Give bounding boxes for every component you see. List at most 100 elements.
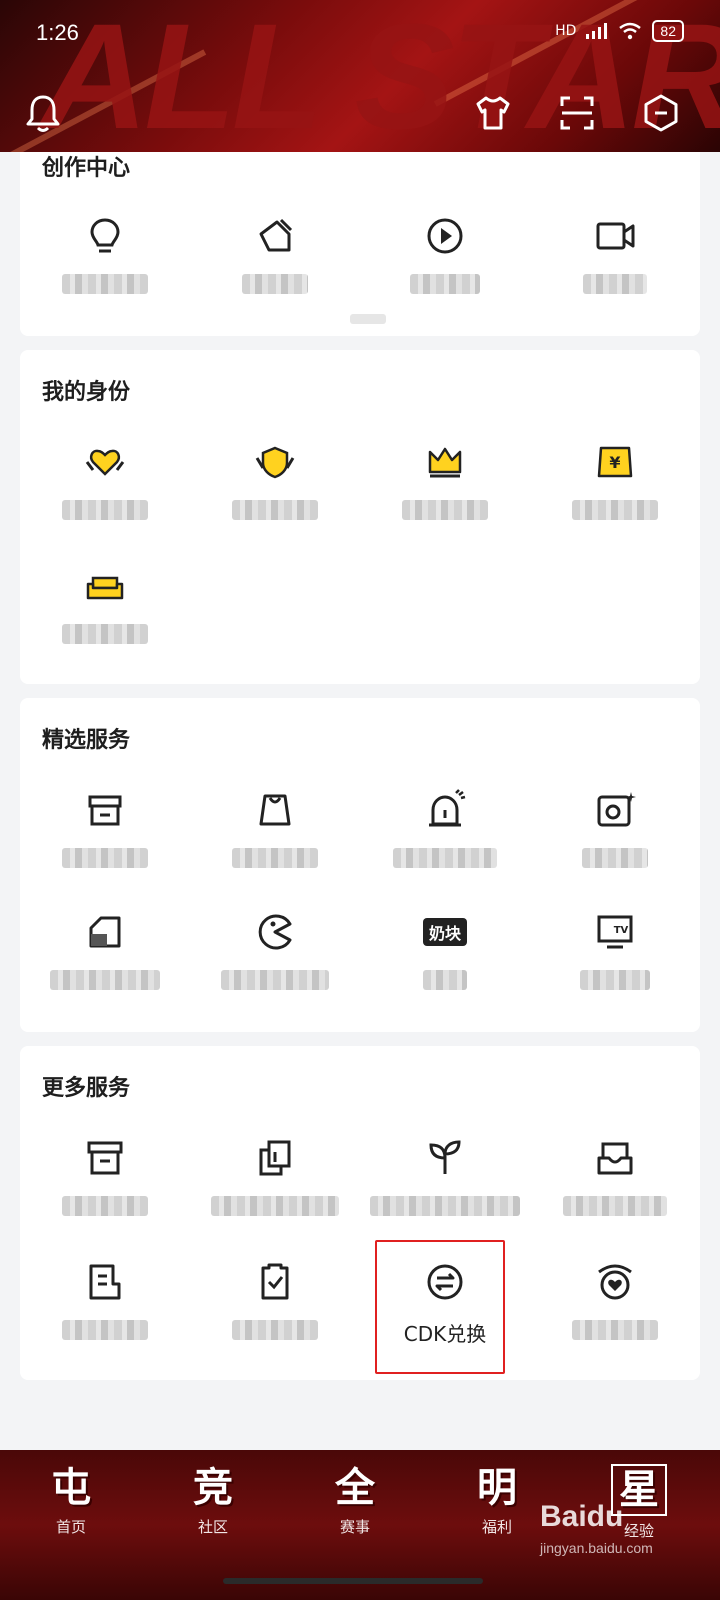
video-camera-icon — [596, 222, 635, 250]
item-label-blurred — [62, 624, 148, 644]
creation-center-card: 创作中心 — [20, 152, 700, 336]
cdk-highlight-annotation — [375, 1240, 505, 1374]
shield-hands-icon — [255, 446, 295, 479]
identity-item[interactable] — [20, 440, 190, 520]
nav-events[interactable]: 全 赛事 — [300, 1464, 410, 1537]
store-icon — [88, 795, 122, 826]
featured-services-card: 精选服务 奶块 TV — [20, 698, 700, 1032]
identity-item[interactable] — [360, 440, 530, 520]
svg-text:TV: TV — [614, 925, 629, 936]
service-item[interactable] — [360, 788, 530, 868]
naikuai-logo-icon: 奶块 — [419, 910, 471, 954]
service-item[interactable] — [20, 1136, 190, 1216]
service-item[interactable] — [20, 910, 190, 990]
creation-item[interactable] — [530, 214, 700, 294]
nav-home[interactable]: 屯 首页 — [16, 1464, 126, 1537]
page-indicator — [350, 314, 386, 324]
home-indicator[interactable] — [223, 1578, 483, 1584]
nav-community-glyph: 竞 — [193, 1465, 233, 1511]
item-label-blurred — [393, 848, 497, 868]
item-label-blurred — [62, 848, 148, 868]
status-time: 1:26 — [36, 20, 79, 45]
identity-item[interactable] — [190, 440, 360, 520]
signal-icon — [586, 23, 608, 39]
item-label-blurred — [221, 970, 329, 990]
copy-document-icon — [259, 1140, 291, 1176]
baidu-watermark: Baidu — [540, 1500, 624, 1533]
sprout-icon — [429, 1140, 461, 1174]
item-label-blurred — [62, 274, 148, 294]
settings-hexagon-icon[interactable] — [640, 92, 682, 134]
tv-icon: TV — [597, 915, 633, 949]
nav-welfare[interactable]: 明 福利 — [442, 1464, 552, 1537]
creation-item[interactable] — [20, 214, 190, 294]
naikuai-logo-text: 奶块 — [422, 918, 467, 946]
heart-hands-icon — [85, 449, 125, 476]
identity-item[interactable]: ¥ — [530, 440, 700, 520]
inbox-tray-icon — [597, 1142, 633, 1175]
scan-icon[interactable] — [556, 92, 598, 134]
heart-badge-icon — [598, 1264, 632, 1300]
service-item[interactable] — [190, 1260, 360, 1340]
identity-item[interactable] — [20, 564, 190, 644]
item-label-blurred — [563, 1196, 667, 1216]
creation-item[interactable] — [360, 214, 530, 294]
service-item[interactable] — [360, 1136, 530, 1216]
bag-tag-icon — [89, 916, 121, 948]
pacman-icon — [258, 914, 292, 950]
pen-nib-icon — [259, 218, 293, 252]
service-item[interactable] — [530, 1260, 700, 1340]
nav-community-label: 社区 — [197, 1518, 228, 1536]
item-label-blurred — [232, 848, 318, 868]
nav-welfare-glyph: 明 — [477, 1465, 517, 1511]
service-item[interactable] — [530, 1136, 700, 1216]
nav-events-label: 赛事 — [339, 1518, 370, 1536]
service-item[interactable] — [190, 788, 360, 868]
service-item[interactable] — [530, 788, 700, 868]
service-item[interactable] — [190, 910, 360, 990]
item-label-blurred — [50, 970, 160, 990]
play-circle-icon — [427, 218, 463, 254]
service-item[interactable] — [20, 788, 190, 868]
profile-header: ALL STAR 1:26 HD 82 — [0, 0, 720, 152]
section-title: 更多服务 — [42, 1076, 131, 1101]
section-title: 创作中心 — [42, 156, 131, 181]
item-label-blurred — [62, 1320, 148, 1340]
item-label-blurred — [370, 1196, 520, 1216]
nav-home-label: 首页 — [55, 1518, 86, 1536]
camera-sparkle-icon — [597, 792, 636, 827]
crown-icon — [428, 447, 462, 478]
lightbulb-icon — [90, 218, 120, 253]
item-label-blurred — [423, 970, 467, 990]
section-title: 精选服务 — [42, 728, 131, 753]
note-document-icon — [89, 1264, 121, 1300]
service-item[interactable]: 奶块 — [360, 910, 530, 990]
more-services-card: 更多服务 CDK兑换 — [20, 1046, 700, 1380]
item-label-blurred — [402, 500, 488, 520]
item-label-blurred — [583, 274, 647, 294]
creation-item[interactable] — [190, 214, 360, 294]
item-label-blurred — [572, 1320, 658, 1340]
clipboard-check-icon — [261, 1263, 289, 1300]
section-title: 我的身份 — [42, 380, 131, 405]
service-item[interactable] — [190, 1136, 360, 1216]
item-label-blurred — [242, 274, 308, 294]
item-label-blurred — [580, 970, 650, 990]
item-label-blurred — [232, 500, 318, 520]
nav-home-glyph: 屯 — [51, 1465, 91, 1511]
alarm-light-icon — [429, 789, 466, 827]
notification-bell-icon[interactable] — [22, 92, 64, 134]
item-label-blurred — [232, 1320, 318, 1340]
service-item[interactable]: TV — [530, 910, 700, 990]
wifi-icon — [619, 22, 642, 40]
outfit-tshirt-icon[interactable] — [472, 92, 514, 134]
nav-community[interactable]: 竞 社区 — [158, 1464, 268, 1537]
archive-box-icon — [87, 1141, 123, 1175]
sofa-icon — [86, 576, 124, 600]
nav-events-glyph: 全 — [335, 1465, 375, 1511]
shopping-bag-icon — [259, 794, 291, 826]
item-label-blurred — [410, 274, 480, 294]
nav-welfare-label: 福利 — [481, 1518, 512, 1536]
service-item[interactable] — [20, 1260, 190, 1340]
my-identity-card: 我的身份 ¥ — [20, 350, 700, 684]
